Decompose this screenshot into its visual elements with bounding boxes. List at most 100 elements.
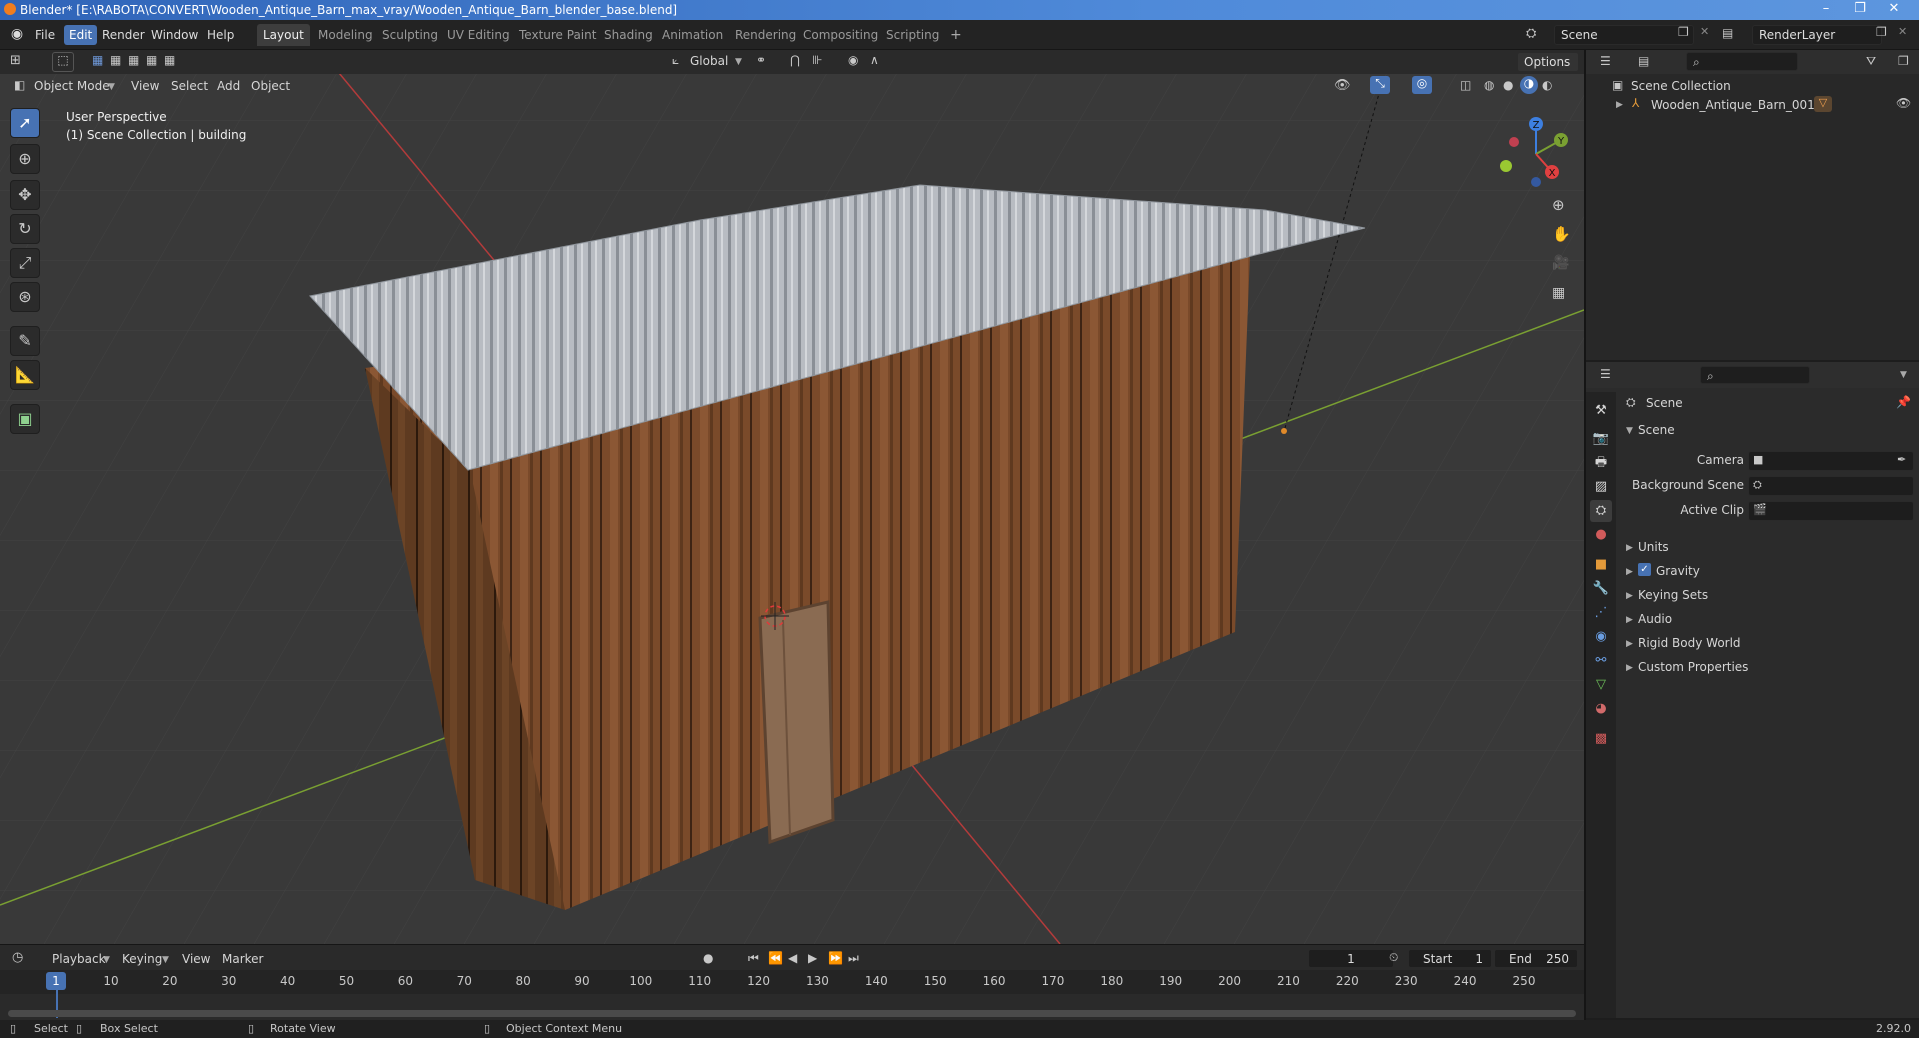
expand-arrow-icon[interactable]: ▶: [1626, 591, 1633, 601]
panel-custom-properties[interactable]: Custom Properties: [1638, 660, 1748, 674]
background-scene-field[interactable]: ⛭: [1748, 476, 1914, 496]
annotate-tool[interactable]: ✎: [10, 326, 40, 356]
viewport-menu-add[interactable]: Add: [217, 79, 240, 93]
tab-scripting[interactable]: Scripting: [880, 24, 945, 46]
data-tab[interactable]: ▽: [1590, 674, 1612, 696]
editor-type-icon[interactable]: ⊞: [10, 53, 21, 68]
close-icon[interactable]: ✕: [1877, 0, 1911, 20]
tab-rendering[interactable]: Rendering: [729, 24, 802, 46]
modifier-tab[interactable]: 🔧: [1590, 578, 1612, 600]
solid-shading-icon[interactable]: ●: [1503, 78, 1513, 92]
jump-end-icon[interactable]: ⏭: [848, 951, 859, 966]
material-shading-icon[interactable]: ◑: [1520, 76, 1538, 94]
panel-gravity[interactable]: Gravity: [1656, 564, 1700, 578]
panel-units[interactable]: Units: [1638, 540, 1669, 554]
new-view-layer-icon[interactable]: ❐: [1876, 25, 1887, 39]
select-tool-icon[interactable]: ⬚: [52, 52, 74, 72]
clock-icon[interactable]: ⏲: [1389, 950, 1398, 965]
eyedropper-icon[interactable]: ✒: [1897, 453, 1906, 466]
gizmo-toggle-icon[interactable]: ⤡: [1370, 76, 1390, 94]
properties-editor-icon[interactable]: ☰: [1600, 367, 1611, 381]
snap-icon[interactable]: ⋂: [790, 53, 800, 67]
object-mode-dropdown[interactable]: Object Mode: [34, 79, 110, 93]
outliner[interactable]: ☰ ▤ ⌕ ⛛ ❐ ▣ Scene Collection ▶ ⅄ Wooden_…: [1586, 50, 1919, 360]
material-tab[interactable]: ◕: [1590, 698, 1612, 720]
timeline-menu-marker[interactable]: Marker: [222, 952, 263, 966]
chevron-down-icon[interactable]: ▼: [1900, 370, 1907, 380]
end-frame-field[interactable]: End 250: [1494, 949, 1578, 968]
zoom-icon[interactable]: ⊕: [1552, 196, 1565, 214]
add-cube-tool[interactable]: ▣: [10, 404, 40, 434]
prev-keyframe-icon[interactable]: ⏪: [768, 951, 783, 965]
menu-help[interactable]: Help: [202, 25, 239, 45]
menu-render[interactable]: Render: [97, 25, 150, 45]
expand-arrow-icon[interactable]: ▶: [1626, 615, 1633, 625]
viewport-menu-view[interactable]: View: [131, 79, 159, 93]
select-mode-subtract-icon[interactable]: ▦: [128, 53, 139, 67]
select-box-tool[interactable]: ➚: [10, 108, 40, 138]
panel-collapse-arrow-icon[interactable]: ▼: [1626, 426, 1633, 436]
render-layer-selector[interactable]: RenderLayer: [1752, 25, 1882, 45]
output-tab[interactable]: 🖶: [1590, 452, 1612, 474]
texture-tab[interactable]: ▩: [1590, 728, 1612, 750]
camera-field[interactable]: ■ ✒: [1748, 451, 1914, 471]
transform-orientation-icon[interactable]: ⟀: [672, 53, 679, 68]
select-mode-extend-icon[interactable]: ▦: [110, 53, 121, 67]
tab-layout[interactable]: Layout: [257, 24, 310, 46]
pin-icon[interactable]: 📌: [1896, 395, 1911, 409]
select-mode-invert-icon[interactable]: ▦: [146, 53, 157, 67]
record-icon[interactable]: ●: [703, 951, 713, 965]
render-tab[interactable]: 📷: [1590, 428, 1612, 450]
3d-viewport[interactable]: ⊞ ⬚ ▦ ▦ ▦ ▦ ▦ ⟀ Global ▼ ⚭ ⋂ ⊪ ◉ ∧ Optio…: [0, 50, 1584, 944]
active-clip-field[interactable]: 🎬: [1748, 501, 1914, 521]
viewport-menu-object[interactable]: Object: [251, 79, 290, 93]
view-layer-tab[interactable]: ▨: [1590, 476, 1612, 498]
select-mode-new-icon[interactable]: ▦: [92, 53, 103, 67]
eye-icon[interactable]: 👁: [1896, 96, 1911, 110]
rotate-tool[interactable]: ↻: [10, 214, 40, 244]
next-keyframe-icon[interactable]: ⏩: [828, 951, 843, 965]
jump-start-icon[interactable]: ⏮: [748, 951, 759, 966]
viewport-menu-select[interactable]: Select: [171, 79, 208, 93]
world-tab[interactable]: ●: [1590, 524, 1612, 546]
scene-tab[interactable]: ⛭: [1590, 500, 1612, 522]
menu-edit[interactable]: Edit: [64, 25, 98, 45]
properties-search-input[interactable]: ⌕: [1700, 366, 1810, 384]
transform-tool[interactable]: ⊛: [10, 282, 40, 312]
navigation-gizmo[interactable]: Z Y X: [1496, 114, 1576, 194]
snap-target-icon[interactable]: ⊪: [812, 53, 822, 67]
wireframe-shading-icon[interactable]: ◍: [1484, 78, 1494, 92]
panel-rigid-body-world[interactable]: Rigid Body World: [1638, 636, 1741, 650]
new-scene-icon[interactable]: ❐: [1678, 25, 1689, 39]
expand-arrow-icon[interactable]: ▶: [1626, 639, 1633, 649]
restore-icon[interactable]: ❐: [1843, 0, 1877, 20]
display-mode-icon[interactable]: ▤: [1638, 54, 1649, 68]
timeline-editor-icon[interactable]: ◷: [12, 950, 23, 965]
camera-view-icon[interactable]: 🎥: [1552, 255, 1569, 271]
timeline-menu-view[interactable]: View: [182, 952, 210, 966]
play-reverse-icon[interactable]: ◀: [788, 951, 797, 965]
timeline-menu-playback[interactable]: Playback: [52, 952, 106, 966]
falloff-icon[interactable]: ∧: [870, 53, 879, 67]
start-frame-field[interactable]: Start 1: [1408, 949, 1492, 968]
tab-modeling[interactable]: Modeling: [312, 24, 379, 46]
constraints-tab[interactable]: ⚯: [1590, 650, 1612, 672]
outliner-editor-icon[interactable]: ☰: [1600, 54, 1611, 68]
object-tab[interactable]: ■: [1590, 554, 1612, 576]
expand-arrow-icon[interactable]: ▶: [1626, 663, 1633, 673]
menu-file[interactable]: File: [30, 25, 60, 45]
perspective-toggle-icon[interactable]: ▦: [1552, 285, 1565, 301]
blender-menu-icon[interactable]: ◉: [8, 26, 26, 44]
tool-tab[interactable]: ⚒: [1590, 400, 1612, 422]
gravity-checkbox[interactable]: ✓: [1638, 563, 1651, 576]
physics-tab[interactable]: ◉: [1590, 626, 1612, 648]
tab-texture-paint[interactable]: Texture Paint: [513, 24, 602, 46]
xray-icon[interactable]: ◫: [1460, 78, 1471, 92]
view-layer-icon[interactable]: ▤: [1722, 26, 1733, 40]
overlay-toggle-icon[interactable]: ◎: [1412, 76, 1432, 94]
delete-scene-icon[interactable]: ✕: [1700, 25, 1709, 38]
current-frame-field[interactable]: 1: [1308, 949, 1394, 968]
visibility-icon[interactable]: 👁: [1334, 78, 1351, 93]
tab-shading[interactable]: Shading: [598, 24, 659, 46]
panel-keying-sets[interactable]: Keying Sets: [1638, 588, 1708, 602]
